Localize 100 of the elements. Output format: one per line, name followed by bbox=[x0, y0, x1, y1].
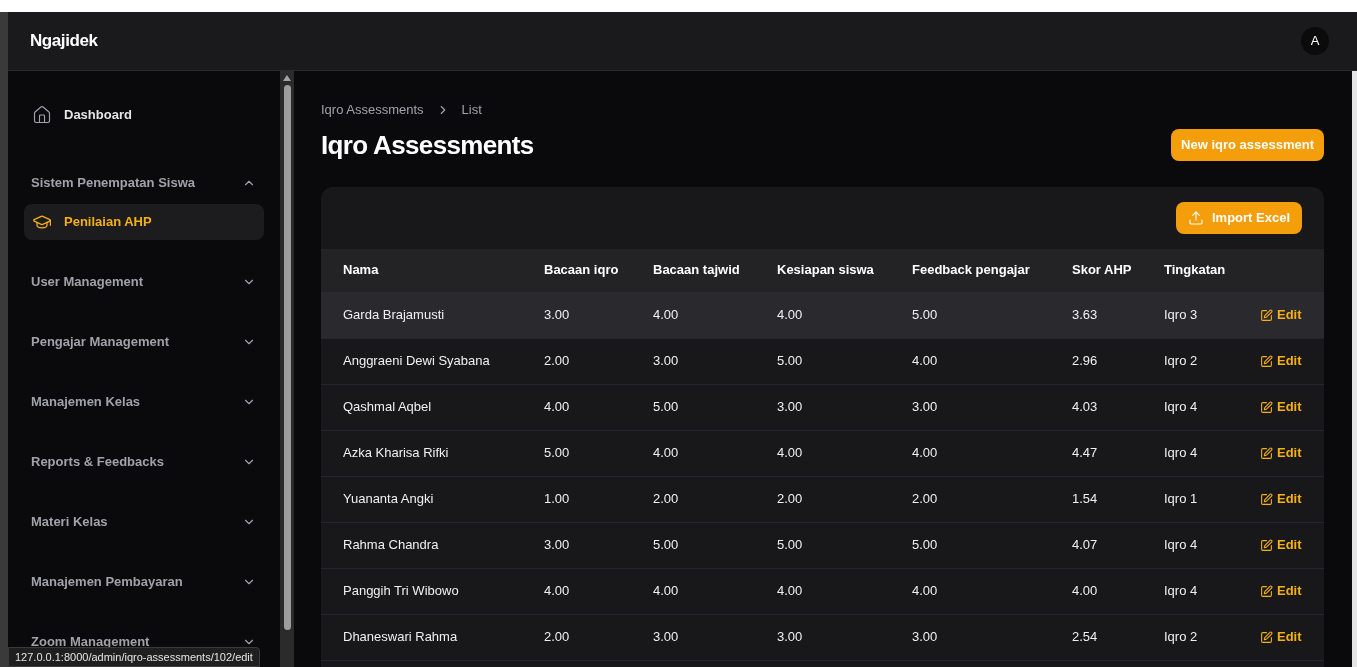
column-header: Skor AHP bbox=[1072, 261, 1133, 280]
table-cell-text: Iqro 3 bbox=[1164, 306, 1199, 325]
table-cell-text: 2.96 bbox=[1072, 352, 1099, 371]
sidebar-group-header[interactable]: Sistem Penempatan Siswa bbox=[24, 165, 264, 201]
table-cell-text: 4.47 bbox=[1072, 444, 1099, 463]
scrollbar[interactable] bbox=[280, 71, 294, 667]
column-header: Feedback pengajar bbox=[912, 261, 1031, 280]
edit-link[interactable]: Edit bbox=[1260, 627, 1302, 647]
table-cell-text: 3.00 bbox=[777, 398, 804, 417]
table-cell-text: 3.63 bbox=[1072, 306, 1099, 325]
table-cell-text: 4.00 bbox=[912, 444, 939, 463]
table-cell-text: 4.00 bbox=[653, 582, 680, 601]
table-cell-text: 5.00 bbox=[777, 536, 804, 555]
table-cell-text: 4.00 bbox=[653, 306, 680, 325]
sidebar-group-header[interactable]: Manajemen Pembayaran bbox=[24, 564, 264, 600]
table-cell-text: 1.54 bbox=[1072, 490, 1099, 509]
table-cell-text: 5.00 bbox=[653, 398, 680, 417]
table-cell-text: Garda Brajamusti bbox=[343, 306, 446, 325]
table-cell-text: 4.00 bbox=[777, 306, 804, 325]
table-cell-text: Yuananta Angki bbox=[343, 490, 435, 509]
edit-link[interactable]: Edit bbox=[1260, 489, 1302, 509]
table-cell-text: 3.00 bbox=[912, 628, 939, 647]
table-cell-text: 5.00 bbox=[912, 536, 939, 555]
column-header: Bacaan tajwid bbox=[653, 261, 741, 280]
url-tooltip: 127.0.0.1:8000/admin/iqro-assessments/102/edit bbox=[8, 646, 260, 667]
table-cell-text: Iqro 4 bbox=[1164, 582, 1199, 601]
edit-link[interactable]: Edit bbox=[1260, 351, 1302, 371]
edit-icon bbox=[1260, 308, 1273, 322]
edit-link[interactable]: Edit bbox=[1260, 581, 1302, 601]
column-header: Kesiapan siswa bbox=[777, 261, 875, 280]
table-cell-text: Azka Kharisa Rifki bbox=[343, 444, 450, 463]
upload-icon bbox=[1187, 209, 1204, 226]
table-cell-text: Iqro 4 bbox=[1164, 444, 1199, 463]
edit-link[interactable]: Edit bbox=[1260, 443, 1302, 463]
table-cell-text: Rahma Chandra bbox=[343, 536, 440, 555]
table-cell-text: 3.00 bbox=[653, 628, 680, 647]
edit-link[interactable]: Edit bbox=[1260, 397, 1302, 417]
table-cell-text: 2.54 bbox=[1072, 628, 1099, 647]
column-header: Nama bbox=[343, 261, 380, 280]
table-cell-text: 1.00 bbox=[544, 490, 571, 509]
table-cell-text: 2.00 bbox=[912, 490, 939, 509]
table-cell-text: Iqro 4 bbox=[1164, 536, 1199, 555]
column-header: Bacaan iqro bbox=[544, 261, 620, 280]
edit-icon bbox=[1260, 492, 1273, 506]
edit-icon bbox=[1260, 538, 1273, 552]
table-cell-text: 2.00 bbox=[544, 628, 571, 647]
table-row[interactable]: Garda Brajamusti 3.00 4.00 4.00 5.00 3.63 Iqro 3 Edit bbox=[321, 292, 1324, 339]
table-cell-text: 4.00 bbox=[912, 582, 939, 601]
table-cell-text: 4.00 bbox=[653, 444, 680, 463]
table-cell-text: 5.00 bbox=[912, 306, 939, 325]
table-cell-text: 2.00 bbox=[777, 490, 804, 509]
table-cell-text: 5.00 bbox=[653, 536, 680, 555]
edit-link[interactable]: Edit bbox=[1260, 305, 1302, 325]
table-cell-text: 3.00 bbox=[544, 536, 571, 555]
column-header: Tingkatan bbox=[1164, 261, 1227, 280]
table-cell-text: 4.00 bbox=[544, 582, 571, 601]
table-cell-text: 4.03 bbox=[1072, 398, 1099, 417]
table-cell-text: 3.00 bbox=[777, 628, 804, 647]
edit-link[interactable]: Edit bbox=[1260, 535, 1302, 555]
breadcrumb-current: List bbox=[461, 101, 482, 119]
table-cell-text: Panggih Tri Wibowo bbox=[343, 582, 460, 601]
table-cell-text: Iqro 4 bbox=[1164, 398, 1199, 417]
edit-icon bbox=[1260, 584, 1273, 598]
table-cell-text: 4.00 bbox=[1072, 582, 1099, 601]
scrollbar-thumb[interactable] bbox=[283, 85, 291, 630]
sidebar-group-header[interactable]: Manajemen Kelas bbox=[24, 384, 264, 420]
table-cell-text: 4.00 bbox=[777, 582, 804, 601]
edit-icon bbox=[1260, 400, 1273, 414]
table-cell-text: Iqro 2 bbox=[1164, 352, 1199, 371]
edit-icon bbox=[1260, 630, 1273, 644]
sidebar-item[interactable]: Penilaian AHP bbox=[24, 204, 264, 240]
sidebar-item[interactable]: Dashboard bbox=[24, 97, 264, 133]
table-cell-text: 2.00 bbox=[544, 352, 571, 371]
avatar[interactable]: A bbox=[1301, 27, 1329, 55]
table-cell-text: 4.00 bbox=[912, 352, 939, 371]
sidebar-group-header[interactable]: User Management bbox=[24, 264, 264, 300]
home-icon bbox=[32, 105, 52, 125]
table-cell-text: Dhaneswari Rahma bbox=[343, 628, 459, 647]
edit-icon bbox=[1260, 446, 1273, 460]
table-cell-text: 4.00 bbox=[777, 444, 804, 463]
table-cell-text: Iqro 1 bbox=[1164, 490, 1199, 509]
sidebar-group-header[interactable]: Materi Kelas bbox=[24, 504, 264, 540]
breadcrumb-link[interactable]: Iqro Assessments bbox=[321, 100, 424, 120]
table-cell-text: Iqro 2 bbox=[1164, 628, 1199, 647]
table-cell-text: 3.00 bbox=[912, 398, 939, 417]
table-cell-text: 5.00 bbox=[544, 444, 571, 463]
table-cell-text: 2.00 bbox=[653, 490, 680, 509]
table-cell-text: Anggraeni Dewi Syabana bbox=[343, 352, 491, 371]
table-cell-text: 4.00 bbox=[544, 398, 571, 417]
table-cell-text: 3.00 bbox=[544, 306, 571, 325]
page-title: Iqro Assessments bbox=[321, 128, 534, 162]
sidebar-group-header[interactable]: Reports & Feedbacks bbox=[24, 444, 264, 480]
edit-icon bbox=[1260, 354, 1273, 368]
table-cell-text: 5.00 bbox=[777, 352, 804, 371]
brand-name: Ngajidek bbox=[30, 30, 98, 53]
table-cell-text: 4.07 bbox=[1072, 536, 1099, 555]
table-cell-text: Qashmal Aqbel bbox=[343, 398, 433, 417]
sidebar-group-header[interactable]: Pengajar Management bbox=[24, 324, 264, 360]
scroll-up-icon[interactable] bbox=[283, 75, 291, 81]
table-cell-text: 3.00 bbox=[653, 352, 680, 371]
